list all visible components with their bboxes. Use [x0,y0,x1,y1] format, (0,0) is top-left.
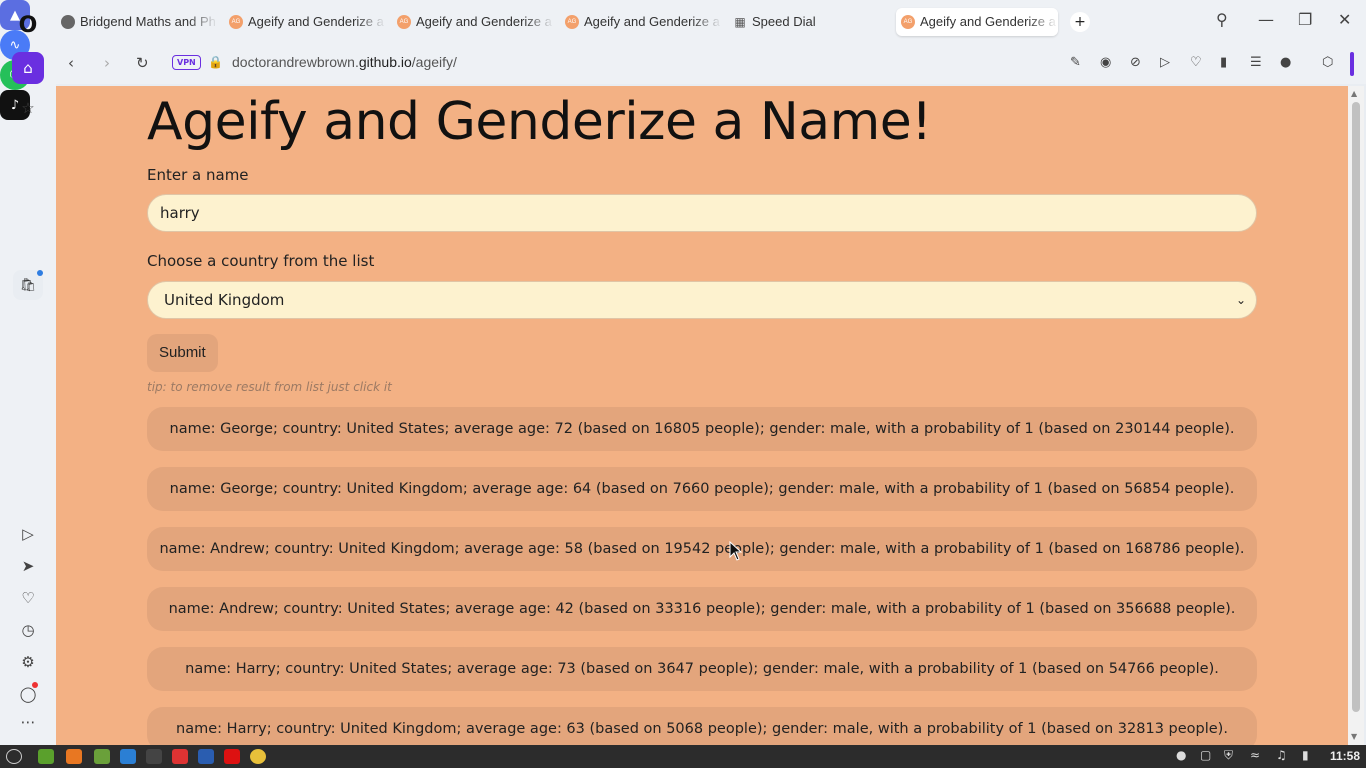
adblock-icon[interactable]: ⊘ [1130,55,1141,70]
sidebar-toggle-indicator[interactable] [1350,52,1354,76]
battery-saver-icon[interactable]: ▮ [1220,55,1227,70]
scroll-thumb[interactable] [1352,102,1360,712]
result-item[interactable]: name: Andrew; country: United States; av… [147,587,1257,631]
tab-bar: Bridgend Maths and Ph AG Ageify and Gend… [56,0,1366,44]
minimize-icon[interactable]: — [1258,10,1274,29]
image-viewer-icon[interactable] [172,749,188,764]
shield-icon[interactable]: ⛨ [1224,748,1233,763]
country-select[interactable]: United Kingdom ⌄ [147,281,1257,319]
profile-icon[interactable]: ● [1280,55,1291,70]
url-host: github.io [358,54,412,70]
wifi-icon[interactable]: ≈ [1250,748,1260,762]
scroll-up-arrow-icon[interactable]: ▲ [1351,89,1357,98]
bluetooth-icon[interactable] [198,749,214,764]
page-title: Ageify and Genderize a Name! [147,92,932,152]
heart-icon[interactable]: ♡ [12,582,44,614]
tab-bridgend[interactable]: Bridgend Maths and Ph [56,8,218,36]
clipboard-icon[interactable]: ▢ [1200,748,1211,762]
back-icon[interactable]: ‹ [68,54,74,72]
name-input[interactable] [147,194,1257,232]
close-window-icon[interactable]: ✕ [1338,10,1351,29]
more-dots-icon[interactable]: ⋯ [12,706,44,738]
mouse-cursor-icon [729,541,743,561]
player-icon[interactable]: ▷ [12,518,44,550]
favorite-heart-icon[interactable]: ♡ [1190,55,1202,70]
url-domain: doctorandrewbrown. [232,54,359,70]
speed-dial-grid-icon: ▦ [734,15,746,29]
tab-ageify-3[interactable]: AG Ageify and Genderize a [560,8,722,36]
vpn-badge[interactable]: VPN [172,55,201,70]
result-item[interactable]: name: Andrew; country: United Kingdom; a… [147,527,1257,571]
bookmarks-star-icon[interactable]: ☆ [12,92,44,124]
battery-icon[interactable]: ▮ [1302,748,1309,762]
os-taskbar: ● ▢ ⛨ ≈ ♫ ▮ 11:58 [0,745,1366,768]
result-item[interactable]: name: Harry; country: United Kingdom; av… [147,707,1257,745]
restore-icon[interactable]: ❐ [1298,10,1312,29]
ageify-app: Ageify and Genderize a Name! Enter a nam… [147,86,1257,745]
firefox-icon[interactable] [66,749,82,764]
tip-text: tip: to remove result from list just cli… [147,380,392,394]
history-clock-icon[interactable]: ◷ [12,614,44,646]
chrome-icon[interactable] [250,749,266,764]
easy-setup-icon[interactable]: ☰ [1250,55,1262,70]
start-menu-icon[interactable] [6,749,22,764]
folder-icon[interactable] [94,749,110,764]
forward-icon[interactable]: › [104,54,110,72]
tab-ageify-2[interactable]: AG Ageify and Genderize a [392,8,554,36]
flow-icon[interactable]: ▷ [1160,55,1170,70]
browser-sidebar: O ⌂ ☆ ▲ 🛍 ∿ ✆ ♪ ▷ ➤ ♡ ◷ ⚙ ◯ ⋯ [0,0,56,745]
tab-title: Speed Dial [752,14,816,29]
camera-icon[interactable]: ◉ [1100,55,1111,70]
terminal-icon[interactable] [146,749,162,764]
files-icon[interactable] [38,749,54,764]
country-label: Choose a country from the list [147,252,375,270]
tab-ageify-active[interactable]: AG Ageify and Genderize a [896,8,1058,36]
ageify-favicon-icon: AG [565,15,579,29]
home-icon[interactable]: ⌂ [12,52,44,84]
result-item[interactable]: name: George; country: United Kingdom; a… [147,467,1257,511]
tab-speed-dial[interactable]: ▦ Speed Dial [728,8,890,36]
tab-ageify-1[interactable]: AG Ageify and Genderize a [224,8,386,36]
scroll-down-arrow-icon[interactable]: ▼ [1351,732,1357,741]
extensions-cube-icon[interactable]: ⬡ [1322,55,1333,70]
reload-icon[interactable]: ↻ [136,54,149,72]
page-viewport: Ageify and Genderize a Name! Enter a nam… [56,86,1348,745]
result-item[interactable]: name: George; country: United States; av… [147,407,1257,451]
shopping-bag-icon[interactable]: 🛍 [13,270,43,300]
notification-icon[interactable]: ● [1176,748,1186,762]
volume-icon[interactable]: ♫ [1276,748,1287,762]
new-tab-plus-icon[interactable]: + [1070,12,1090,32]
taskbar-clock[interactable]: 11:58 [1330,749,1360,763]
ageify-favicon-icon: AG [229,15,243,29]
country-selected-value: United Kingdom [164,291,285,309]
address-bar: ‹ › ↻ VPN 🔒 doctorandrewbrown.github.io/… [56,44,1366,84]
edit-icon[interactable]: ✎ [1070,55,1081,70]
search-tabs-icon[interactable]: ⚲ [1216,10,1228,29]
submit-button[interactable]: Submit [147,334,218,372]
url-path: /ageify/ [411,54,457,70]
url-field[interactable]: doctorandrewbrown.github.io/ageify/ [232,54,457,70]
ageify-favicon-icon: AG [397,15,411,29]
result-item[interactable]: name: Harry; country: United States; ave… [147,647,1257,691]
settings-gear-icon[interactable]: ⚙ [12,646,44,678]
lock-icon[interactable]: 🔒 [208,55,223,69]
globe-icon [61,15,75,29]
send-icon[interactable]: ➤ [12,550,44,582]
opera-logo-icon[interactable]: O [14,12,42,40]
vscode-icon[interactable] [120,749,136,764]
name-label: Enter a name [147,166,249,184]
ageify-favicon-icon: AG [901,15,915,29]
page-scrollbar[interactable]: ▲ ▼ [1348,86,1364,745]
chevron-down-icon: ⌄ [1235,293,1246,307]
opera-taskbar-icon[interactable] [224,749,240,764]
